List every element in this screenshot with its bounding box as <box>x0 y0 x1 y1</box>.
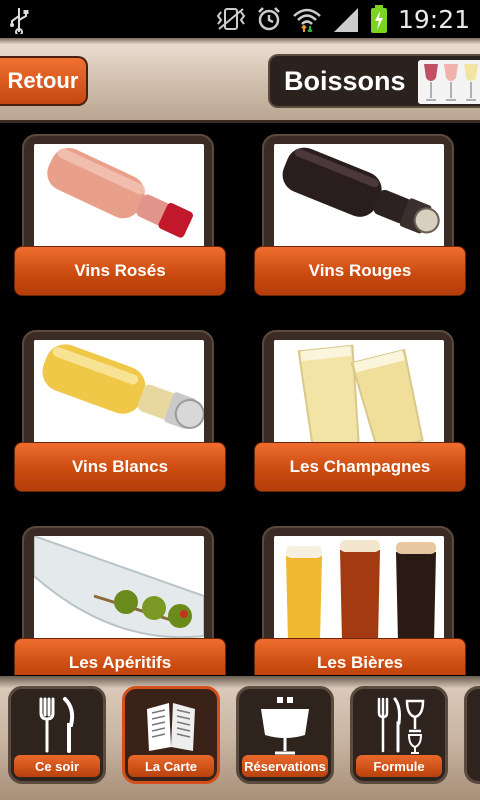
nav-ce-soir-button[interactable]: Ce soir <box>8 686 106 784</box>
rose-wine-bottle-image <box>34 144 204 250</box>
app-header: Retour Boissons <box>0 38 480 123</box>
category-label[interactable]: Les Apéritifs <box>14 638 226 675</box>
category-card-vins-roses[interactable]: Vins Rosés <box>14 128 226 300</box>
signal-icon <box>333 8 358 32</box>
page-title-box: Boissons <box>268 54 480 108</box>
nav-label: Ce soir <box>14 755 100 777</box>
alarm-icon <box>258 7 280 31</box>
category-label[interactable]: Les Bières <box>254 638 466 675</box>
bottom-navigation-bar: Ce soir La Carte Réservations Formule <box>0 676 480 800</box>
category-label[interactable]: Vins Rouges <box>254 246 466 296</box>
category-card-les-champagnes[interactable]: Les Champagnes <box>254 324 466 496</box>
open-menu-book-icon <box>147 703 195 751</box>
clock-time: 19:21 <box>397 4 470 34</box>
category-card-les-bieres[interactable]: Les Bières <box>254 520 466 675</box>
champagne-glasses-image <box>274 340 444 446</box>
category-card-les-aperitifs[interactable]: Les Apéritifs <box>14 520 226 675</box>
nav-more-button-partial[interactable] <box>464 686 480 784</box>
nav-formule-button[interactable]: Formule <box>350 686 448 784</box>
category-card-vins-rouges[interactable]: Vins Rouges <box>254 128 466 300</box>
nav-reservations-button[interactable]: Réservations <box>236 686 334 784</box>
fork-knife-glass-icon <box>377 697 425 754</box>
wifi-icon <box>293 8 321 32</box>
usb-icon <box>10 8 29 34</box>
vibrate-icon <box>216 8 246 30</box>
martini-olives-image <box>34 536 204 642</box>
category-label[interactable]: Vins Blancs <box>14 442 226 492</box>
category-card-vins-blancs[interactable]: Vins Blancs <box>14 324 226 496</box>
nav-la-carte-button[interactable]: La Carte <box>122 686 220 784</box>
page-title: Boissons <box>284 66 406 96</box>
category-label[interactable]: Les Champagnes <box>254 442 466 492</box>
category-label[interactable]: Vins Rosés <box>14 246 226 296</box>
red-wine-bottle-image <box>274 144 444 250</box>
back-button[interactable]: Retour <box>0 56 88 106</box>
battery-charging-icon <box>370 5 387 33</box>
nav-label: Réservations <box>242 755 328 777</box>
beer-glasses-image <box>274 536 444 642</box>
white-wine-bottle-image <box>34 340 204 446</box>
fork-knife-icon <box>39 697 75 753</box>
status-bar: 19:21 <box>0 0 480 38</box>
nav-label: Formule <box>356 755 442 777</box>
wine-glasses-thumbnail <box>418 60 480 104</box>
table-icon <box>261 697 309 755</box>
nav-label: La Carte <box>128 755 214 777</box>
drinks-category-grid: Vins Rosés Vins Rouges Vins Blancs Les C… <box>0 122 480 675</box>
